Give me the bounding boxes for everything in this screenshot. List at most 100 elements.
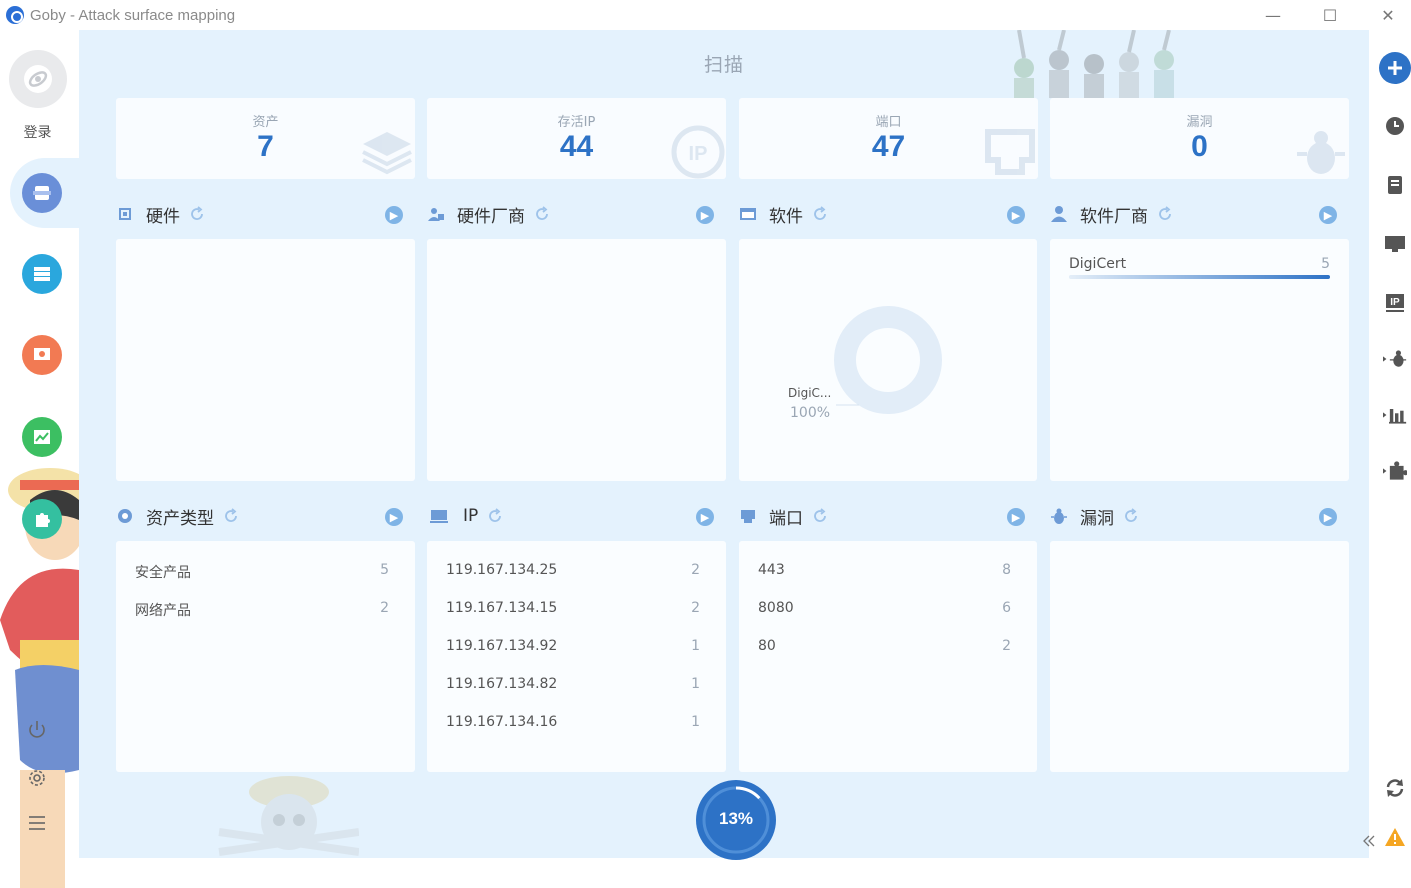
section-title: 软件厂商 — [1080, 206, 1148, 227]
list-item[interactable]: 119.167.134.15 2 — [446, 600, 700, 620]
clock-icon — [1386, 117, 1404, 135]
bug-icon — [1383, 350, 1407, 367]
port-icon — [985, 129, 1035, 175]
chevron-right-icon[interactable]: ▶ — [696, 206, 714, 224]
item-name: 安全产品 — [135, 565, 191, 581]
chevron-right-icon[interactable]: ▶ — [385, 206, 403, 224]
avatar[interactable] — [9, 50, 67, 108]
assets-nav-button[interactable] — [22, 254, 62, 294]
list-item[interactable]: 安全产品 5 — [135, 562, 389, 582]
collapse-icon — [1363, 835, 1375, 847]
scan-progress[interactable]: 13% — [696, 780, 776, 860]
section-header-hardware: 硬件 — [116, 199, 206, 229]
refresh-icon[interactable] — [188, 205, 206, 223]
item-name: 119.167.134.15 — [446, 600, 558, 616]
menu-button[interactable] — [22, 808, 52, 838]
list-item[interactable]: 119.167.134.82 1 — [446, 676, 700, 696]
stat-card-vulnerabilities[interactable]: 漏洞 0 — [1050, 98, 1349, 179]
donut-slice[interactable] — [834, 306, 942, 414]
stat-card-live-ip[interactable]: 存活IP 44 IP — [427, 98, 726, 179]
section-header-asset-type: 资产类型 — [116, 501, 240, 531]
item-count: 1 — [691, 714, 700, 730]
vulnerability-button[interactable] — [1383, 347, 1407, 371]
stat-card-ports[interactable]: 端口 47 — [739, 98, 1038, 179]
refresh-icon[interactable] — [1156, 205, 1174, 223]
asset-type-panel: 安全产品 5 网络产品 2 — [116, 541, 415, 772]
list-item[interactable]: 网络产品 2 — [135, 600, 389, 620]
item-count: 1 — [691, 676, 700, 692]
section-header-vulnerabilities: 漏洞 — [1050, 501, 1140, 531]
document-icon — [1388, 176, 1402, 194]
report-button[interactable] — [1383, 173, 1407, 197]
refresh-icon[interactable] — [811, 507, 829, 525]
right-toolbar: IP — [1363, 30, 1411, 858]
item-count: 2 — [380, 600, 389, 616]
software-panel: DigiC... 100% — [739, 239, 1037, 481]
vulnerabilities-nav-button[interactable] — [22, 335, 62, 375]
item-count: 2 — [1002, 638, 1011, 654]
chevron-right-icon[interactable]: ▶ — [1007, 206, 1025, 224]
list-item[interactable]: 119.167.134.25 2 — [446, 562, 700, 582]
software-vendor-panel: DigiCert 5 — [1050, 239, 1349, 481]
close-button[interactable]: ✕ — [1359, 0, 1411, 30]
section-header-software-vendor: 软件厂商 — [1050, 199, 1174, 229]
scan-icon — [33, 186, 51, 200]
screen-button[interactable] — [1383, 232, 1407, 256]
list-item[interactable]: 119.167.134.16 1 — [446, 714, 700, 734]
item-count: 5 — [380, 562, 389, 578]
puzzle-icon — [1383, 461, 1407, 480]
minimize-button[interactable]: — — [1244, 0, 1302, 30]
statistics-button[interactable] — [1383, 403, 1407, 427]
chevron-right-icon[interactable]: ▶ — [385, 508, 403, 526]
refresh-icon[interactable] — [811, 205, 829, 223]
chevron-right-icon[interactable]: ▶ — [1319, 508, 1337, 526]
history-button[interactable] — [1383, 114, 1407, 138]
list-item[interactable]: 8080 6 — [758, 600, 1011, 620]
refresh-icon — [1386, 779, 1404, 797]
list-icon — [34, 267, 50, 281]
item-name: 119.167.134.82 — [446, 676, 558, 692]
user-placeholder-icon — [24, 65, 52, 93]
item-name: 443 — [758, 562, 785, 578]
alerts-button[interactable] — [1383, 825, 1407, 849]
software-icon — [740, 208, 756, 220]
maximize-button[interactable]: ☐ — [1301, 0, 1359, 30]
port-icon — [741, 510, 755, 523]
vulnerabilities-panel — [1050, 541, 1349, 772]
refresh-icon[interactable] — [222, 507, 240, 525]
plugin-button[interactable] — [1383, 459, 1407, 483]
chevron-right-icon[interactable]: ▶ — [696, 508, 714, 526]
section-header-ports: 端口 — [739, 501, 829, 531]
settings-button[interactable] — [22, 763, 52, 793]
chevron-right-icon[interactable]: ▶ — [1319, 206, 1337, 224]
chevron-right-icon[interactable]: ▶ — [1007, 508, 1025, 526]
bar-chart-icon — [1383, 409, 1407, 424]
puzzle-icon — [36, 513, 50, 527]
hardware-panel — [116, 239, 415, 481]
section-title: 硬件 — [146, 206, 180, 227]
extensions-nav-button[interactable] — [22, 499, 62, 539]
stat-card-assets[interactable]: 资产 7 — [116, 98, 415, 179]
login-link[interactable]: 登录 — [0, 122, 75, 142]
section-title: 硬件厂商 — [457, 206, 525, 227]
new-scan-button[interactable] — [1379, 52, 1411, 84]
section-header-ip: IP — [427, 501, 504, 531]
item-count: 6 — [1002, 600, 1011, 616]
donut-slice-label: DigiC... — [788, 386, 832, 400]
list-item[interactable]: 80 2 — [758, 638, 1011, 658]
section-header-software: 软件 — [739, 199, 829, 229]
ip-button[interactable]: IP — [1383, 291, 1407, 315]
refresh-icon[interactable] — [486, 507, 504, 525]
collapse-button[interactable] — [1357, 829, 1381, 853]
list-item[interactable]: 119.167.134.92 1 — [446, 638, 700, 658]
list-item[interactable]: 443 8 — [758, 562, 1011, 582]
sync-button[interactable] — [1383, 776, 1407, 800]
vendor-bar-track — [1069, 275, 1330, 279]
refresh-icon[interactable] — [533, 205, 551, 223]
section-title: IP — [463, 506, 479, 526]
power-button[interactable] — [22, 715, 52, 745]
goby-logo-icon — [6, 6, 24, 24]
scan-nav-button[interactable] — [22, 173, 62, 213]
refresh-icon[interactable] — [1122, 507, 1140, 525]
ip-icon: IP — [671, 125, 725, 179]
